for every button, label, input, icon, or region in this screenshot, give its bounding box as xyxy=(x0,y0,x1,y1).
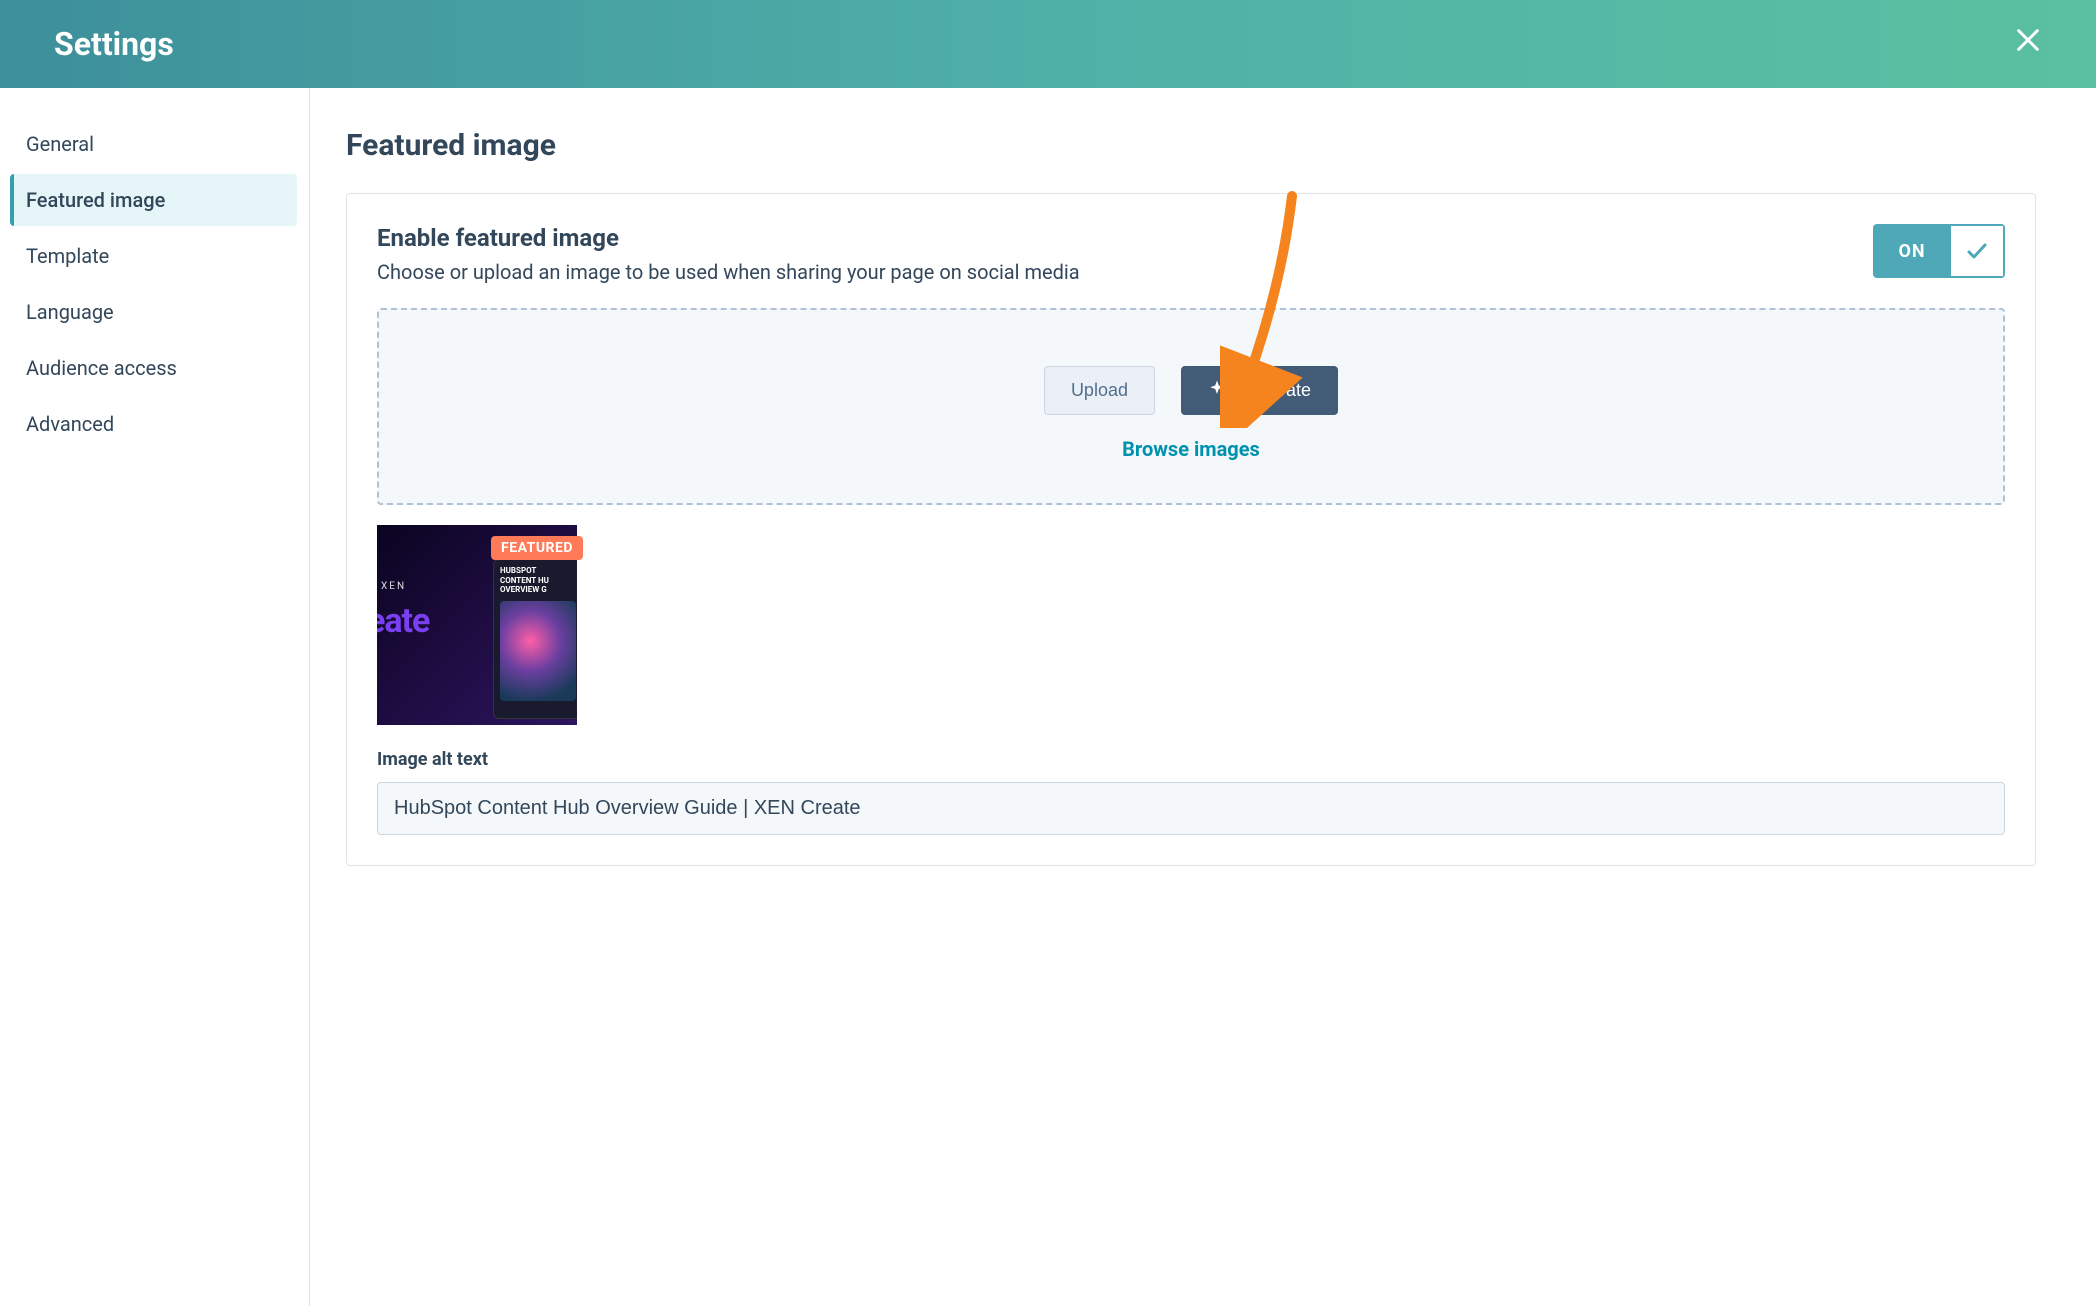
sidebar-item-label: Audience access xyxy=(26,356,177,380)
alt-text-input[interactable] xyxy=(377,782,2005,835)
sidebar-item-label: General xyxy=(26,132,94,156)
alt-text-label: Image alt text xyxy=(377,749,2005,770)
featured-image-card: Enable featured image Choose or upload a… xyxy=(346,193,2036,866)
featured-badge: FEATURED xyxy=(491,536,583,560)
check-icon xyxy=(1951,224,2005,278)
modal-header: Settings xyxy=(0,0,2096,88)
sidebar-item-advanced[interactable]: Advanced xyxy=(10,398,297,450)
toggle-on-label: ON xyxy=(1873,224,1951,278)
thumbnail-panel-line: HUBSPOT xyxy=(500,566,576,576)
enable-title: Enable featured image xyxy=(377,224,1080,252)
main-panel: Featured image Enable featured image Cho… xyxy=(310,88,2096,1306)
sidebar-item-general[interactable]: General xyxy=(10,118,297,170)
sidebar-item-label: Language xyxy=(26,300,114,324)
upload-button[interactable]: Upload xyxy=(1044,366,1155,415)
sidebar-item-language[interactable]: Language xyxy=(10,286,297,338)
sidebar-item-label: Advanced xyxy=(26,412,114,436)
sidebar-item-template[interactable]: Template xyxy=(10,230,297,282)
generate-button[interactable]: Generate xyxy=(1181,366,1338,415)
enable-toggle[interactable]: ON xyxy=(1873,224,2005,278)
featured-image-thumbnail[interactable]: XEN eate HUBSPOT CONTENT HU OVERVIEW G F… xyxy=(377,525,577,725)
modal-title: Settings xyxy=(54,25,174,63)
thumbnail-panel-line: CONTENT HU xyxy=(500,576,576,586)
enable-description: Choose or upload an image to be used whe… xyxy=(377,260,1080,284)
close-icon[interactable] xyxy=(2014,26,2042,62)
sidebar-item-featured-image[interactable]: Featured image xyxy=(10,174,297,226)
sidebar-item-label: Featured image xyxy=(26,188,165,212)
sidebar-item-audience-access[interactable]: Audience access xyxy=(10,342,297,394)
thumbnail-panel-line: OVERVIEW G xyxy=(500,585,576,595)
upload-button-label: Upload xyxy=(1071,380,1128,401)
sparkle-icon xyxy=(1208,379,1226,402)
thumbnail-brand-big: eate xyxy=(377,601,429,641)
sidebar-item-label: Template xyxy=(26,244,109,268)
browse-images-link[interactable]: Browse images xyxy=(399,437,1983,461)
thumbnail-brand-small: XEN xyxy=(381,581,406,592)
thumbnail-panel: HUBSPOT CONTENT HU OVERVIEW G xyxy=(493,559,577,719)
page-title: Featured image xyxy=(346,128,2036,163)
image-dropzone[interactable]: Upload Generate Browse images xyxy=(377,308,2005,505)
settings-sidebar: General Featured image Template Language… xyxy=(0,88,310,1306)
generate-button-label: Generate xyxy=(1236,380,1311,401)
